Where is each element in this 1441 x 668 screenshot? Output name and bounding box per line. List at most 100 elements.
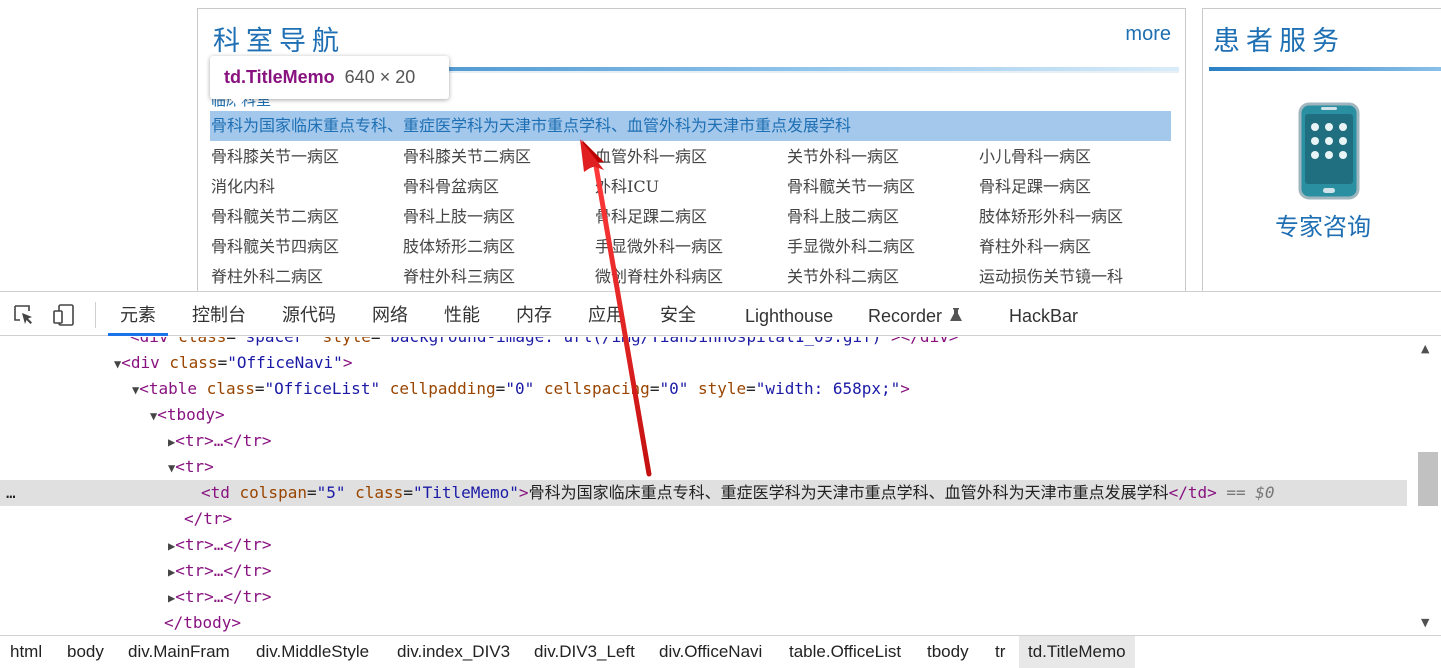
breadcrumb-item-current[interactable]: td.TitleMemo (1019, 636, 1135, 668)
tab-console[interactable]: 控制台 (192, 292, 246, 336)
department-link[interactable]: 骨科上肢一病区 (403, 202, 595, 232)
dom-node-tbody[interactable]: ▼<tbody> (0, 402, 1407, 428)
department-link[interactable]: 肢体矫形二病区 (403, 232, 595, 262)
dom-tag: <td (201, 483, 240, 502)
dom-tag: <tr>…</tr> (175, 431, 272, 450)
department-link[interactable]: 脊柱外科二病区 (211, 262, 403, 291)
department-link[interactable]: 骨科髋关节二病区 (211, 202, 403, 232)
dom-equals: = (226, 337, 236, 346)
scroll-down-icon[interactable]: ▼ (1421, 616, 1429, 629)
mobile-phone-icon[interactable] (1298, 102, 1360, 200)
department-link[interactable]: 关节外科二病区 (787, 262, 979, 291)
department-link[interactable]: 消化内科 (211, 172, 403, 202)
web-page: 科室导航 more 临床科室 骨科为国家临床重点专科、重症医学科为天津市重点学科… (0, 0, 1441, 291)
breadcrumb-item[interactable]: div.MiddleStyle (256, 636, 369, 668)
department-row: 骨科膝关节一病区 骨科膝关节二病区 血管外科一病区 关节外科一病区 小儿骨科一病… (211, 142, 1181, 172)
dom-attr-name: class (178, 337, 226, 346)
title-memo-text: 骨科为国家临床重点专科、重症医学科为天津市重点学科、血管外科为天津市重点发展学科 (211, 116, 852, 135)
tab-security[interactable]: 安全 (660, 292, 696, 336)
dom-tag: > (342, 353, 353, 372)
dom-tag: > (518, 483, 529, 502)
dom-node-tr-expanded[interactable]: ▼<tr> (0, 454, 1407, 480)
breadcrumb-item[interactable]: tbody (927, 636, 969, 668)
department-link[interactable]: 脊柱外科三病区 (403, 262, 595, 291)
dom-tree-scrollbar[interactable]: ▲ ▼ (1407, 337, 1441, 635)
department-link[interactable]: 微创脊柱外科病区 (595, 262, 787, 291)
department-navigation-panel: 科室导航 more 临床科室 骨科为国家临床重点专科、重症医学科为天津市重点学科… (197, 8, 1186, 291)
breadcrumb-item[interactable]: tr (995, 636, 1005, 668)
dom-tag: </tr> (184, 509, 233, 528)
device-toolbar-icon[interactable] (52, 303, 76, 327)
department-link[interactable]: 骨科骨盆病区 (403, 172, 595, 202)
department-link[interactable]: 骨科膝关节二病区 (403, 142, 595, 172)
dom-node-tr-collapsed[interactable]: ▶<tr>…</tr> (0, 428, 1407, 454)
breadcrumb-item[interactable]: div.MainFram (128, 636, 230, 668)
tooltip-dimensions: 640 × 20 (344, 67, 416, 87)
tab-elements[interactable]: 元素 (108, 292, 168, 336)
tab-recorder-label: Recorder (868, 306, 943, 326)
more-link[interactable]: more (1125, 23, 1171, 46)
breadcrumb-item[interactable]: html (10, 636, 42, 668)
tab-sources[interactable]: 源代码 (282, 292, 336, 336)
devtools-panel: 元素 控制台 源代码 网络 性能 内存 应用 安全 Lighthouse Rec… (0, 291, 1441, 668)
scrollbar-thumb[interactable] (1418, 452, 1438, 506)
department-link[interactable]: 肢体矫形外科一病区 (979, 202, 1171, 232)
dom-tree[interactable]: <div class="spacer" style="background-im… (0, 337, 1407, 635)
breadcrumb-item[interactable]: div.index_DIV3 (397, 636, 510, 668)
dom-node-tbody-close[interactable]: </tbody> (0, 610, 1407, 635)
tab-hackbar[interactable]: HackBar (1009, 292, 1078, 336)
dom-node-td-selected[interactable]: … <td colspan="5" class="TitleMemo">骨科为国家… (0, 480, 1407, 506)
dom-attr-name: class (206, 379, 255, 398)
tab-network[interactable]: 网络 (372, 292, 408, 336)
department-link[interactable]: 骨科髋关节一病区 (787, 172, 979, 202)
dom-tag: <tbody> (157, 405, 225, 424)
department-link[interactable]: 骨科足踝二病区 (595, 202, 787, 232)
dom-tag: </tbody> (164, 613, 242, 632)
dom-node-tr-collapsed[interactable]: ▶<tr>…</tr> (0, 558, 1407, 584)
element-breadcrumb: html body div.MainFram div.MiddleStyle d… (0, 635, 1441, 668)
department-link[interactable]: 脊柱外科一病区 (979, 232, 1171, 262)
department-link[interactable]: 血管外科一病区 (595, 142, 787, 172)
tab-application[interactable]: 应用 (588, 292, 624, 336)
department-link[interactable]: 运动损伤关节镜一科 (979, 262, 1171, 291)
tab-lighthouse[interactable]: Lighthouse (745, 292, 833, 336)
breadcrumb-item[interactable]: div.DIV3_Left (534, 636, 635, 668)
dom-node-tr-collapsed[interactable]: ▶<tr>…</tr> (0, 532, 1407, 558)
department-link[interactable]: 骨科髋关节四病区 (211, 232, 403, 262)
dom-node-officelist[interactable]: ▼<table class="OfficeList" cellpadding="… (0, 376, 1407, 402)
department-link[interactable]: 骨科膝关节一病区 (211, 142, 403, 172)
dom-tag: <table (139, 379, 207, 398)
dom-attr-name: style (313, 337, 371, 346)
inspect-element-icon[interactable] (12, 303, 36, 327)
department-link[interactable]: 外科ICU (595, 172, 787, 202)
tab-memory[interactable]: 内存 (516, 292, 552, 336)
dom-node-line[interactable]: <div class="spacer" style="background-im… (0, 337, 1407, 350)
dom-text-content: 骨科为国家临床重点专科、重症医学科为天津市重点学科、血管外科为天津市重点发展学科 (528, 483, 1169, 502)
department-link[interactable]: 骨科足踝一病区 (979, 172, 1171, 202)
department-list: 骨科膝关节一病区 骨科膝关节二病区 血管外科一病区 关节外科一病区 小儿骨科一病… (211, 142, 1181, 291)
dom-attr-value: "0" (505, 379, 535, 398)
dom-attr-value: "5" (316, 483, 346, 502)
breadcrumb-item[interactable]: body (67, 636, 104, 668)
more-actions-dots[interactable]: … (6, 480, 16, 506)
department-link[interactable]: 手显微外科二病区 (787, 232, 979, 262)
scroll-up-icon[interactable]: ▲ (1421, 342, 1429, 355)
department-link[interactable]: 手显微外科一病区 (595, 232, 787, 262)
department-link[interactable]: 小儿骨科一病区 (979, 142, 1171, 172)
dom-attr-value: "OfficeList" (264, 379, 381, 398)
department-link[interactable]: 关节外科一病区 (787, 142, 979, 172)
dom-attr-name: cellspacing (534, 379, 650, 398)
tab-recorder[interactable]: Recorder (868, 292, 964, 336)
tooltip-selector: td.TitleMemo (224, 67, 335, 87)
expert-consultation-link[interactable]: 专家咨询 (1275, 207, 1371, 242)
dom-tag: </td> (1168, 483, 1217, 502)
dom-attr-value: "width: 658px;" (755, 379, 901, 398)
dom-node-tr-close[interactable]: </tr> (0, 506, 1407, 532)
dom-node-officenavi[interactable]: ▼<div class="OfficeNavi"> (0, 350, 1407, 376)
breadcrumb-item[interactable]: table.OfficeList (789, 636, 901, 668)
tab-performance[interactable]: 性能 (444, 292, 480, 336)
dom-tag: <tr> (175, 457, 214, 476)
dom-node-tr-collapsed[interactable]: ▶<tr>…</tr> (0, 584, 1407, 610)
breadcrumb-item[interactable]: div.OfficeNavi (659, 636, 762, 668)
department-link[interactable]: 骨科上肢二病区 (787, 202, 979, 232)
